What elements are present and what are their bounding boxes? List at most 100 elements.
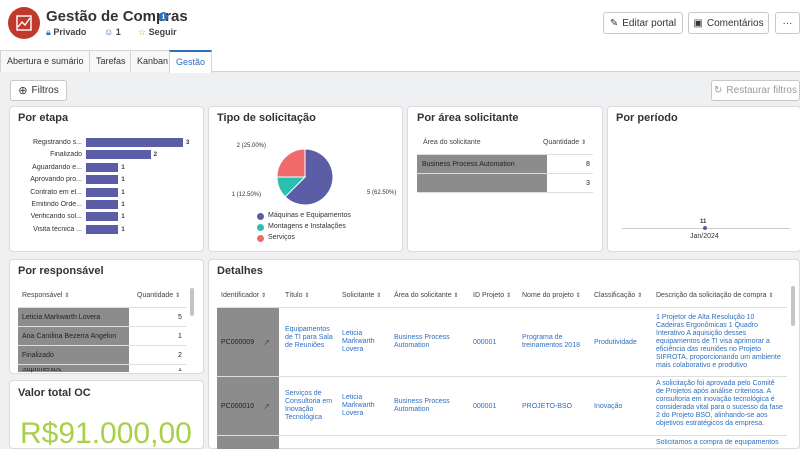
comments-button[interactable]: ▣ Comentários xyxy=(688,12,769,34)
det-col-area-header[interactable]: Área do solicitante ⇕ xyxy=(394,292,459,299)
det-row-classificacao[interactable]: Produtividade xyxy=(594,339,637,347)
etapa-category-label: Verificando sol... xyxy=(30,213,82,221)
star-icon: ☆ xyxy=(138,27,147,37)
etapa-bar[interactable] xyxy=(86,138,183,147)
area-row-name[interactable]: Business Process Automation xyxy=(422,161,515,168)
area-col-qty: Quantidade xyxy=(543,139,580,146)
periodo-data-label: 11 xyxy=(700,219,707,225)
follow-button[interactable]: ☆ Seguir xyxy=(138,27,177,38)
det-row-projeto-id[interactable]: 000001 xyxy=(473,403,496,411)
tab-label: Gestão xyxy=(176,57,206,67)
area-col-name[interactable]: Área do solicitante xyxy=(423,139,481,146)
det-row-area[interactable]: Business Process Automation xyxy=(394,334,468,350)
resp-col-name-header[interactable]: Responsável ⇕ xyxy=(22,292,69,299)
external-link-icon[interactable]: ↗ xyxy=(263,338,270,347)
det-col-projeto-id-header[interactable]: ID Projeto ⇕ xyxy=(473,292,511,299)
privacy-status[interactable]: 🔒︎ Privado xyxy=(46,27,86,38)
edit-portal-button[interactable]: ✎ Editar portal xyxy=(603,12,683,34)
area-title: Por área solicitante xyxy=(417,112,519,124)
valor-title: Valor total OC xyxy=(18,387,91,399)
etapa-bar[interactable] xyxy=(86,175,119,185)
det-col-id: Identificador xyxy=(221,292,260,299)
etapa-bar[interactable] xyxy=(86,150,151,160)
tab-label: Kanban xyxy=(137,56,169,66)
resp-row-name[interactable]: Finalizado xyxy=(22,352,54,359)
etapa-bar[interactable] xyxy=(86,162,119,172)
legend-label[interactable]: Máquinas e Equipamentos xyxy=(268,212,351,219)
filters-label: Filtros xyxy=(31,85,59,96)
etapa-bar-value: 1 xyxy=(121,177,125,184)
etapa-category-label: Aprovando pro... xyxy=(30,176,82,184)
det-col-id-header[interactable]: Identificador ⇕ xyxy=(221,292,266,299)
det-row-projeto[interactable]: PROJETO-BSO xyxy=(522,403,590,411)
resp-row-qty: 2 xyxy=(178,352,182,359)
det-col-solicitante-header[interactable]: Solicitante ⇕ xyxy=(342,292,381,299)
legend-label[interactable]: Serviços xyxy=(268,234,295,241)
etapa-bar[interactable] xyxy=(86,212,119,222)
resp-col-qty: Quantidade xyxy=(137,292,174,299)
det-row-classificacao[interactable]: Inovação xyxy=(594,403,622,411)
det-col-descricao-header[interactable]: Descrição da solicitação de compra ⇕ xyxy=(656,292,773,299)
tab-tarefas[interactable]: Tarefas xyxy=(89,50,133,72)
tipo-pie-chart: 5 (62.50%) 1 (12.50%) 2 (25.00%) xyxy=(232,143,396,206)
resp-row-name[interactable]: Leticia Markwarth Lovera xyxy=(22,314,100,321)
sort-icon: ⇕ xyxy=(64,293,70,299)
etapa-bar[interactable] xyxy=(86,224,119,234)
det-col-classificacao-header[interactable]: Classificação ⇕ xyxy=(594,292,642,299)
det-row-area[interactable]: Business Process Automation xyxy=(394,398,468,414)
resp-col-qty-header[interactable]: Quantidade ⇕ xyxy=(137,292,180,299)
members-count[interactable]: ☺︎ 1 xyxy=(104,27,121,37)
det-row-projeto[interactable]: Programa de treinamentos 2018 xyxy=(522,334,590,350)
periodo-title: Por período xyxy=(616,112,678,124)
restore-filters-label: Restaurar filtros xyxy=(726,85,797,96)
etapa-bar-value: 1 xyxy=(121,202,125,208)
resp-row-name[interactable]: Suprimentos xyxy=(22,368,61,373)
filters-button[interactable]: ⊕ Filtros xyxy=(10,80,67,101)
divider xyxy=(217,435,787,436)
etapa-bar[interactable] xyxy=(86,200,119,209)
pie-slice-label: 1 (12.50%) xyxy=(232,192,261,198)
periodo-panel xyxy=(607,106,800,252)
det-row-descricao[interactable]: A solicitação foi aprovada pelo Comitê d… xyxy=(656,380,784,428)
det-col-descricao: Descrição da solicitação de compra xyxy=(656,292,767,299)
pie-slice[interactable] xyxy=(276,148,306,178)
tab-gestao[interactable]: Gestão xyxy=(169,50,213,73)
det-row-solicitante[interactable]: Leticia Markwarth Lovera xyxy=(342,394,390,418)
restore-filters-button[interactable]: ↻ Restaurar filtros xyxy=(711,80,800,101)
refresh-icon: ↻ xyxy=(714,85,723,96)
det-row-solicitante[interactable]: Leticia Markwarth Lovera xyxy=(342,330,390,354)
etapa-bar[interactable] xyxy=(86,187,119,197)
area-row-qty: 3 xyxy=(586,180,590,187)
sort-icon: ⇕ xyxy=(376,293,382,299)
por-etapa-title: Por etapa xyxy=(18,112,69,124)
det-row-descricao[interactable]: Solicitamos a compra de equipamentos xyxy=(656,439,784,448)
det-row-id[interactable]: PC000010 xyxy=(221,403,254,410)
more-options-button[interactable]: ··· xyxy=(775,12,800,34)
etapa-bar-value: 3 xyxy=(186,140,190,146)
etapa-bar-value: 2 xyxy=(153,152,157,159)
periodo-point[interactable] xyxy=(703,226,707,230)
sort-icon: ⇕ xyxy=(304,293,310,299)
det-col-projeto-header[interactable]: Nome do projeto ⇕ xyxy=(522,292,581,299)
det-id-cell-bg xyxy=(217,436,279,449)
privacy-label: Privado xyxy=(53,27,87,37)
detalhes-scrollbar[interactable] xyxy=(791,286,795,326)
tab-label: Tarefas xyxy=(96,56,126,66)
det-row-titulo[interactable]: Equipamentos de TI para Sala de Reuniões xyxy=(285,326,337,350)
resp-row-name[interactable]: Ana Carolina Bezerra Angelon xyxy=(22,333,116,340)
legend-label[interactable]: Montagens e Instalações xyxy=(268,223,346,230)
resp-scrollbar[interactable] xyxy=(190,288,194,316)
sort-icon: ⇕ xyxy=(575,293,581,299)
area-col-qty-header[interactable]: Quantidade ⇕ xyxy=(543,139,586,146)
det-col-titulo-header[interactable]: Título ⇕ xyxy=(285,292,310,299)
tab-abertura[interactable]: Abertura e sumário xyxy=(0,50,91,72)
legend-swatch xyxy=(257,213,264,220)
divider xyxy=(217,307,787,308)
det-row-descricao[interactable]: 1 Projetor de Alta Resolução 10 Cadeiras… xyxy=(656,314,784,370)
external-link-icon[interactable]: ↗ xyxy=(263,402,270,411)
det-row-titulo[interactable]: Serviços de Consultoria em Inovação Tecn… xyxy=(285,390,337,422)
det-row-projeto-id[interactable]: 000001 xyxy=(473,339,496,347)
det-row-id[interactable]: PC000009 xyxy=(221,339,254,346)
detalhes-title: Detalhes xyxy=(217,265,263,277)
info-icon[interactable]: i xyxy=(159,12,168,21)
